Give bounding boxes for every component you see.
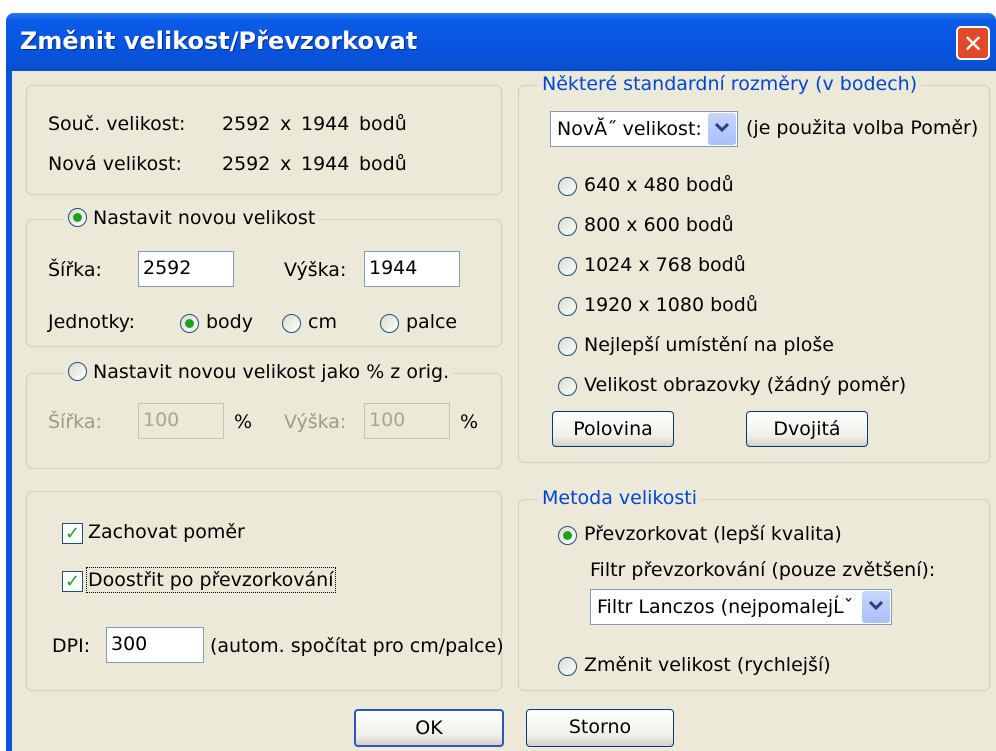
percent-width-label: Šířka: <box>48 411 102 433</box>
new-height-value: 1944 <box>301 153 350 175</box>
unit-cm-label[interactable]: cm <box>308 311 337 333</box>
percent-option-label: Nastavit novou velikost jako % z orig. <box>93 361 450 383</box>
chevron-down-icon[interactable] <box>862 591 890 623</box>
percent-height-label: Výška: <box>284 411 347 433</box>
dpi-note: (autom. spočítat pro cm/palce) <box>210 635 504 657</box>
width-input[interactable]: 2592 <box>138 251 234 287</box>
size-1024-radio[interactable] <box>558 257 577 276</box>
screen-size-radio[interactable] <box>558 377 577 396</box>
best-fit-radio[interactable] <box>558 337 577 356</box>
preset-size-combo[interactable]: NovĂ˝ velikost: <box>550 111 738 147</box>
size-640-radio[interactable] <box>558 177 577 196</box>
height-label: Výška: <box>284 259 347 281</box>
resample-label[interactable]: Převzorkovat (lepší kvalita) <box>584 523 842 545</box>
unit-palce-label[interactable]: palce <box>406 311 457 333</box>
best-fit-label[interactable]: Nejlepší umístění na ploše <box>584 334 834 356</box>
screen-size-label[interactable]: Velikost obrazovky (žádný poměr) <box>584 374 906 396</box>
percent-sign-1: % <box>234 411 253 433</box>
size-1920-label[interactable]: 1920 x 1080 bodů <box>584 294 758 316</box>
percent-sign-2: % <box>460 411 479 433</box>
width-label: Šířka: <box>48 259 102 281</box>
units-label: Jednotky: <box>48 311 136 333</box>
double-button[interactable]: Dvojitá <box>746 411 868 447</box>
current-x: x <box>280 113 292 135</box>
new-width-value: 2592 <box>222 153 271 175</box>
new-unit: bodů <box>359 153 407 175</box>
current-width-value: 2592 <box>222 113 271 135</box>
resample-radio[interactable] <box>558 526 577 545</box>
dialog-window: Změnit velikost/Převzorkovat ✕ Souč. vel… <box>6 13 996 751</box>
unit-body-label[interactable]: body <box>206 311 253 333</box>
preset-note: (je použita volba Poměr) <box>746 117 979 139</box>
unit-cm-radio[interactable] <box>282 314 301 333</box>
size-800-radio[interactable] <box>558 217 577 236</box>
standard-sizes-title: Některé standardní rozměry (v bodech) <box>538 73 922 95</box>
size-640-label[interactable]: 640 x 480 bodů <box>584 174 734 196</box>
size-1024-label[interactable]: 1024 x 768 bodů <box>584 254 746 276</box>
current-size-group <box>26 85 502 195</box>
percent-height-input[interactable]: 100 <box>364 403 450 439</box>
cancel-button[interactable]: Storno <box>526 709 674 747</box>
dpi-label: DPI: <box>52 635 91 657</box>
dialog-title: Změnit velikost/Převzorkovat <box>20 27 418 55</box>
title-bar[interactable]: Změnit velikost/Převzorkovat ✕ <box>6 13 996 71</box>
new-size-option[interactable]: Nastavit novou velikost <box>64 207 320 229</box>
size-1920-radio[interactable] <box>558 297 577 316</box>
unit-body-radio[interactable] <box>180 314 199 333</box>
preset-size-value: NovĂ˝ velikost: <box>557 118 702 140</box>
close-button[interactable]: ✕ <box>956 26 990 60</box>
percent-width-input[interactable]: 100 <box>138 403 224 439</box>
filter-value: Filtr Lanczos (nejpomalejĹˇ <box>597 596 854 618</box>
dialog-body: Souč. velikost: 2592 x 1944 bodů Nová ve… <box>12 71 996 751</box>
sharpen-label[interactable]: Doostřit po převzorkování <box>86 567 336 593</box>
filter-combo[interactable]: Filtr Lanczos (nejpomalejĹˇ <box>590 589 892 625</box>
filter-label: Filtr převzorkování (pouze zvětšení): <box>590 559 936 581</box>
new-size-label: Nová velikost: <box>48 153 182 175</box>
method-title: Metoda velikosti <box>538 487 701 509</box>
percent-option[interactable]: Nastavit novou velikost jako % z orig. <box>64 361 454 383</box>
current-unit: bodů <box>359 113 407 135</box>
height-input[interactable]: 1944 <box>364 251 460 287</box>
unit-palce-radio[interactable] <box>380 314 399 333</box>
keep-ratio-checkbox[interactable]: ✓ <box>62 523 83 544</box>
resize-radio[interactable] <box>558 657 577 676</box>
resize-label[interactable]: Změnit velikost (rychlejší) <box>584 654 831 676</box>
current-size-label: Souč. velikost: <box>48 113 186 135</box>
new-size-option-label: Nastavit novou velikost <box>93 207 316 229</box>
percent-radio[interactable] <box>68 362 87 381</box>
half-button[interactable]: Polovina <box>552 411 674 447</box>
new-x: x <box>280 153 292 175</box>
sharpen-checkbox[interactable]: ✓ <box>62 571 83 592</box>
size-800-label[interactable]: 800 x 600 bodů <box>584 214 734 236</box>
keep-ratio-label[interactable]: Zachovat poměr <box>88 521 245 543</box>
new-size-radio[interactable] <box>68 208 87 227</box>
chevron-down-icon[interactable] <box>708 113 736 145</box>
dpi-input[interactable]: 300 <box>106 627 204 663</box>
ok-button[interactable]: OK <box>354 709 504 747</box>
current-height-value: 1944 <box>301 113 350 135</box>
